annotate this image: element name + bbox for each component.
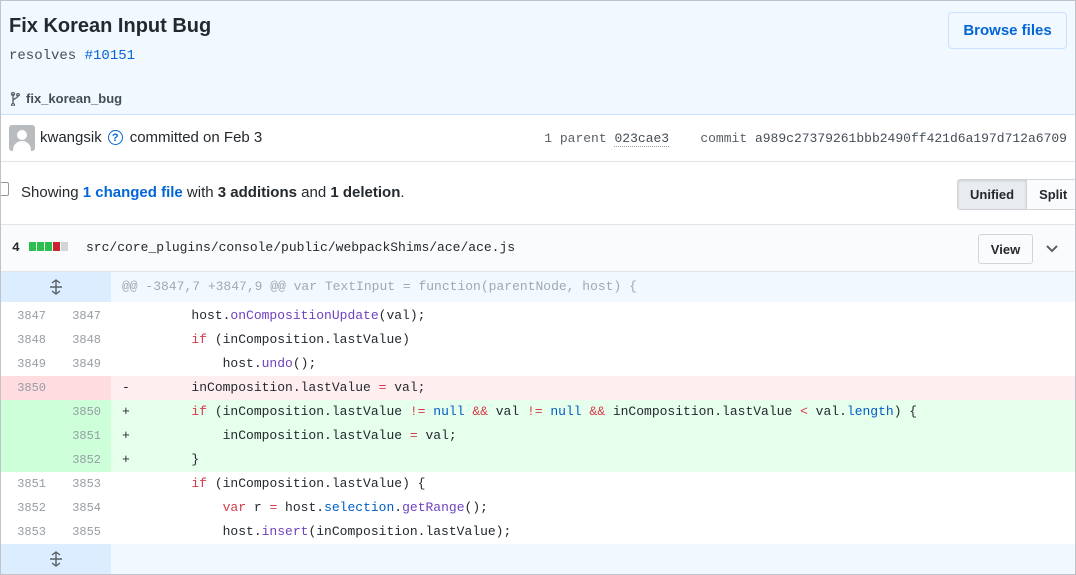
- summary-showing: Showing: [21, 184, 79, 201]
- question-icon[interactable]: ?: [107, 130, 123, 145]
- diff-line-added: 3852 + }: [1, 448, 1075, 472]
- diffstat-block-del: [53, 242, 60, 251]
- issue-link[interactable]: #10151: [85, 48, 135, 64]
- author-name[interactable]: kwangsik: [40, 129, 102, 146]
- browse-files-button[interactable]: Browse files: [948, 12, 1067, 49]
- branch-ref[interactable]: fix_korean_bug: [9, 90, 122, 106]
- diff-table: @@ -3847,7 +3847,9 @@ var TextInput = fu…: [1, 272, 1075, 574]
- diff-view-toggle: Unified Split: [957, 179, 1075, 210]
- code-line: inComposition.lastValue = val;: [129, 428, 457, 443]
- diffstat-blocks: [29, 242, 68, 251]
- deletions-count: 1 deletion: [330, 184, 401, 201]
- old-line-number[interactable]: [1, 424, 56, 448]
- description-prefix: resolves: [9, 48, 77, 64]
- file-toc-icon[interactable]: [1, 182, 9, 196]
- code-line: var r = host.selection.getRange();: [222, 500, 488, 515]
- commit-header: Fix Korean Input Bug resolves #10151 Bro…: [1, 1, 1075, 115]
- old-line-number[interactable]: [1, 400, 56, 424]
- commit-title: Fix Korean Input Bug: [9, 15, 212, 37]
- chevron-down-icon[interactable]: [1044, 240, 1060, 256]
- commit-label: commit: [700, 131, 748, 146]
- diff-line: 3852 3854 var r = host.selection.getRang…: [1, 496, 1075, 520]
- expand-down-icon[interactable]: [1, 544, 111, 574]
- expand-row: [1, 544, 1075, 574]
- old-line-number[interactable]: 3852: [1, 496, 56, 520]
- diff-line-added: 3851 + inComposition.lastValue = val;: [1, 424, 1075, 448]
- old-line-number[interactable]: 3848: [1, 328, 56, 352]
- new-line-number[interactable]: [56, 376, 111, 400]
- commit-sha: a989c27379261bbb2490ff421d6a197d712a6709: [754, 131, 1067, 146]
- additions-count: 3 additions: [217, 184, 297, 201]
- diff-line: 3848 3848 if (inComposition.lastValue): [1, 328, 1075, 352]
- changed-files-link[interactable]: 1 changed file: [83, 184, 183, 201]
- file-path[interactable]: src/core_plugins/console/public/webpackS…: [86, 240, 515, 255]
- code-line: }: [129, 452, 200, 467]
- diff-line: 3851 3853 if (inComposition.lastValue) {: [1, 472, 1075, 496]
- diff-line: 3849 3849 host.undo();: [1, 352, 1075, 376]
- diff-line-deleted: 3850 - inComposition.lastValue = val;: [1, 376, 1075, 400]
- code-line: host.undo();: [129, 356, 317, 371]
- diffstat-block-add: [45, 242, 52, 251]
- diff-summary-bar: Showing 1 changed file with 3 additions …: [1, 162, 1075, 225]
- sha-block: 1 parent 023cae3 commit a989c27379261bbb…: [544, 131, 1067, 147]
- parent-sha-link[interactable]: 023cae3: [614, 131, 670, 147]
- parents-label: 1 parent: [544, 131, 607, 146]
- diffstat-block-neutral: [61, 242, 68, 251]
- expand-up-icon[interactable]: [1, 272, 111, 302]
- diff-line-added: 3850 + if (inComposition.lastValue != nu…: [1, 400, 1075, 424]
- diff-line: 3853 3855 host.insert(inComposition.last…: [1, 520, 1075, 544]
- old-line-number[interactable]: 3849: [1, 352, 56, 376]
- diff-line: 3847 3847 host.onCompositionUpdate(val);: [1, 304, 1075, 328]
- commit-meta: kwangsik ? committed on Feb 3 1 parent 0…: [1, 115, 1075, 162]
- new-line-number[interactable]: 3853: [56, 472, 111, 496]
- expand-row-filler: [111, 544, 1075, 574]
- code-line: if (inComposition.lastValue): [191, 332, 410, 347]
- new-line-number[interactable]: 3855: [56, 520, 111, 544]
- old-line-number[interactable]: 3851: [1, 472, 56, 496]
- file-change-count: 4: [12, 240, 20, 255]
- new-line-number[interactable]: 3847: [56, 304, 111, 328]
- summary-with: with: [186, 184, 214, 201]
- author-line: kwangsik ? committed on Feb 3: [40, 129, 262, 146]
- new-line-number[interactable]: 3848: [56, 328, 111, 352]
- file-header: 4 src/core_plugins/console/public/webpac…: [1, 225, 1075, 272]
- old-line-number[interactable]: 3847: [1, 304, 56, 328]
- hunk-header-text: @@ -3847,7 +3847,9 @@ var TextInput = fu…: [122, 279, 637, 294]
- old-line-number[interactable]: [1, 448, 56, 472]
- avatar[interactable]: [9, 125, 35, 151]
- summary-period: .: [400, 184, 405, 201]
- code-line: host.onCompositionUpdate(val);: [129, 308, 426, 323]
- summary-and: and: [301, 184, 327, 201]
- branch-name: fix_korean_bug: [26, 90, 123, 106]
- committed-date: committed on Feb 3: [129, 129, 263, 146]
- diff-summary: Showing 1 changed file with 3 additions …: [21, 184, 405, 201]
- unified-button[interactable]: Unified: [957, 179, 1028, 210]
- commit-description: resolves #10151: [9, 48, 135, 64]
- old-line-number[interactable]: 3853: [1, 520, 56, 544]
- code-line: if (inComposition.lastValue != null && v…: [191, 404, 918, 419]
- diffstat-block-add: [37, 242, 44, 251]
- hunk-header: @@ -3847,7 +3847,9 @@ var TextInput = fu…: [1, 272, 1075, 302]
- new-line-number[interactable]: 3849: [56, 352, 111, 376]
- new-line-number[interactable]: 3854: [56, 496, 111, 520]
- code-line: host.insert(inComposition.lastValue);: [129, 524, 512, 539]
- new-line-number[interactable]: 3852: [56, 448, 111, 472]
- old-line-number[interactable]: 3850: [1, 376, 56, 400]
- commit-page: Fix Korean Input Bug resolves #10151 Bro…: [0, 0, 1076, 575]
- new-line-number[interactable]: 3850: [56, 400, 111, 424]
- split-button[interactable]: Split: [1027, 179, 1075, 210]
- git-branch-icon: [10, 91, 20, 106]
- code-line: inComposition.lastValue = val;: [129, 380, 426, 395]
- diffstat-block-add: [29, 242, 36, 251]
- code-line: if (inComposition.lastValue) {: [191, 476, 426, 491]
- view-file-button[interactable]: View: [978, 234, 1033, 264]
- new-line-number[interactable]: 3851: [56, 424, 111, 448]
